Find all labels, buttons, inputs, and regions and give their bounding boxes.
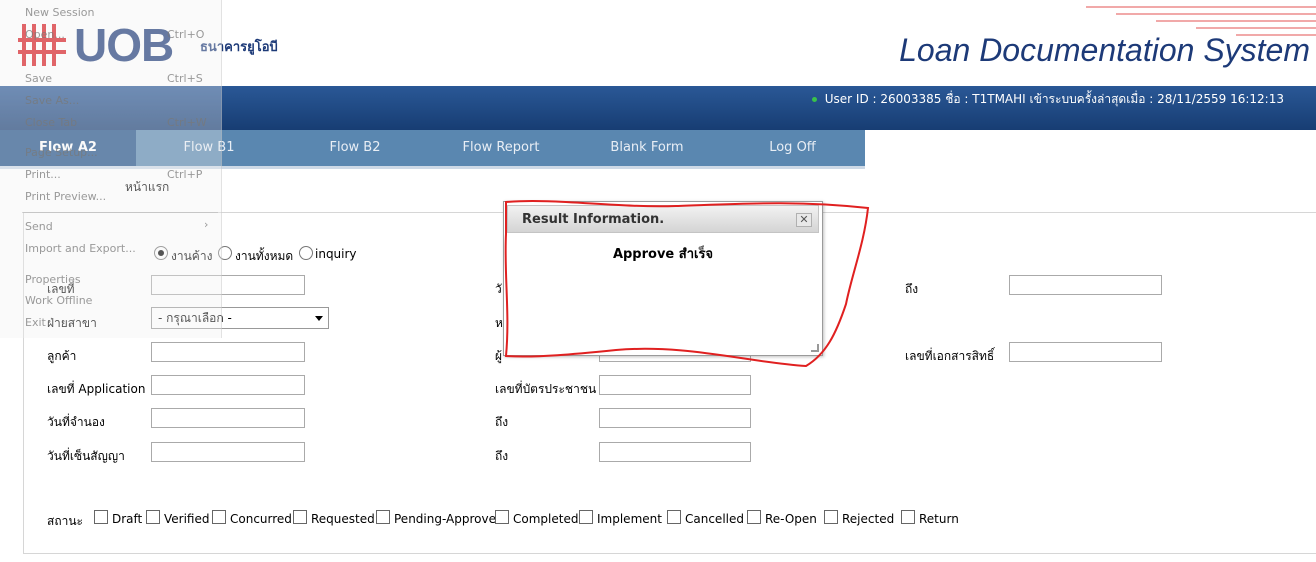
title-deed-input[interactable] [1009,342,1162,362]
contract-date-label: วันที่เซ็นสัญญา [47,449,125,463]
partial-label-3: ผู้ [495,349,503,363]
ghost-menu-new-session[interactable]: New Session [25,6,94,19]
id-card-input[interactable] [599,375,751,395]
status-label-re-open: Re-Open [765,512,817,526]
id-card-label: เลขที่บัตรประชาชน [495,382,597,396]
ghost-menu-exit[interactable]: Exit [25,316,46,329]
status-checkbox-requested[interactable] [293,510,307,524]
status-label-implement: Implement [597,512,662,526]
ghost-menu-save-shortcut: Ctrl+S [167,72,203,85]
status-label-pending-approve: Pending-Approve [394,512,496,526]
status-checkbox-rejected[interactable] [824,510,838,524]
radio-inquiry[interactable] [299,246,313,260]
dialog-message: Approve สำเร็จ [612,247,714,262]
status-label-rejected: Rejected [842,512,895,526]
status-checkbox-verified[interactable] [146,510,160,524]
ghost-menu-close-tab-shortcut: Ctrl+W [167,116,207,129]
ghost-menu-print-shortcut: Ctrl+P [167,168,203,181]
application-input[interactable] [151,375,305,395]
nav-flow-report[interactable]: Flow Report [428,130,574,166]
application-label: เลขที่ Application [47,382,146,396]
ghost-menu-send[interactable]: Send [25,220,53,233]
status-checkbox-pending-approve[interactable] [376,510,390,524]
user-info: User ID : 26003385 ชื่อ : T1TMAHI เข้าระ… [811,90,1284,109]
ghost-menu-page-setup[interactable]: Page Setup... [25,146,98,159]
mortgage-date-to-label: ถึง [495,415,509,429]
dialog-titlebar[interactable]: Result Information. ✕ [507,205,819,233]
ghost-menu-separator [22,212,218,213]
status-label-concurred: Concurred [230,512,292,526]
status-checkbox-draft[interactable] [94,510,108,524]
nav-log-off[interactable]: Log Off [720,130,865,166]
status-label-completed: Completed [513,512,579,526]
close-icon[interactable]: ✕ [796,213,812,227]
contract-date-input[interactable] [151,442,305,462]
status-label-return: Return [919,512,959,526]
nav-blank-form[interactable]: Blank Form [574,130,720,166]
status-label-cancelled: Cancelled [685,512,744,526]
ghost-menu-save-as[interactable]: Save As... [25,94,79,107]
chevron-down-icon [315,316,323,321]
ghost-menu-close-tab[interactable]: Close Tab [25,116,77,129]
user-info-text: User ID : 26003385 ชื่อ : T1TMAHI เข้าระ… [824,92,1284,106]
status-label: สถานะ [47,514,83,528]
mortgage-date-to-input[interactable] [599,408,751,428]
chevron-right-icon: › [204,218,209,231]
right-to-label: ถึง [905,282,919,296]
contract-date-to-input[interactable] [599,442,751,462]
ghost-menu-import-export[interactable]: Import and Export... [25,242,136,255]
status-checkbox-return[interactable] [901,510,915,524]
resize-grip-icon[interactable] [811,344,819,352]
result-dialog: Result Information. ✕ Approve สำเร็จ [503,201,823,356]
status-label-draft: Draft [112,512,143,526]
title-deed-label: เลขที่เอกสารสิทธิ์ [905,349,995,363]
nav-flow-b2[interactable]: Flow B2 [282,130,428,166]
online-dot-icon [811,97,817,102]
partial-label-2: ห [495,316,503,330]
radio-all-work-label: งานทั้งหมด [235,249,294,263]
status-checkbox-cancelled[interactable] [667,510,681,524]
mortgage-date-label: วันที่จำนอง [47,415,105,429]
status-checkbox-implement[interactable] [579,510,593,524]
status-label-requested: Requested [311,512,375,526]
app-root: UOB ธนาคารยูโอบี Loan Documentation Syst… [0,0,1316,562]
ghost-menu-work-offline[interactable]: Work Offline [25,294,92,307]
status-label-verified: Verified [164,512,210,526]
ghost-menu-open[interactable]: Open... [25,28,65,41]
ghost-menu-save[interactable]: Save [25,72,52,85]
radio-inquiry-label: inquiry [315,247,357,261]
ghost-file-menu: New Session Open... Ctrl+O Save Ctrl+S S… [0,0,222,338]
customer-label: ลูกค้า [47,349,77,363]
contract-date-to-label: ถึง [495,449,509,463]
partial-label-1: วั [495,282,502,296]
ghost-menu-print-preview[interactable]: Print Preview... [25,190,106,203]
status-checkbox-re-open[interactable] [747,510,761,524]
status-checkbox-completed[interactable] [495,510,509,524]
customer-input[interactable] [151,342,305,362]
dialog-title: Result Information. [522,212,665,227]
status-checkbox-concurred[interactable] [212,510,226,524]
ghost-menu-properties[interactable]: Properties [25,273,81,286]
ghost-menu-open-shortcut: Ctrl+O [167,28,205,41]
system-title: Loan Documentation System [899,32,1310,68]
mortgage-date-input[interactable] [151,408,305,428]
right-to-input[interactable] [1009,275,1162,295]
ghost-menu-print[interactable]: Print... [25,168,61,181]
